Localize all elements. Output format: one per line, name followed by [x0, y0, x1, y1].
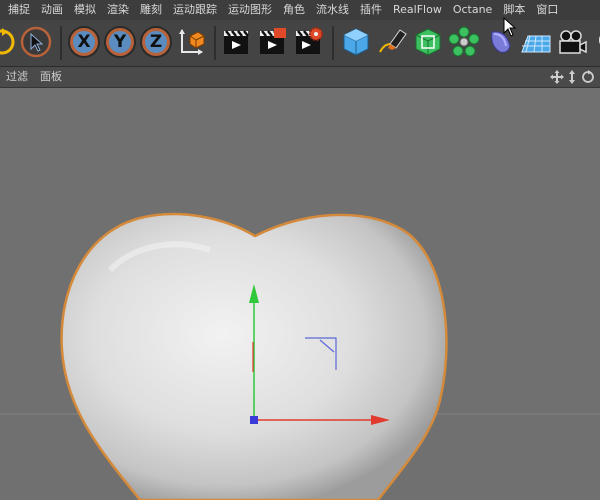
toolbar-separator	[332, 26, 334, 60]
cloner-icon	[448, 26, 480, 57]
menu-item[interactable]: 雕刻	[140, 0, 162, 20]
render-view-button[interactable]	[220, 26, 252, 58]
viewport-menu-bar: 过滤 面板	[0, 67, 600, 88]
light-object-button[interactable]	[592, 26, 600, 58]
zoom-view-icon[interactable]	[569, 70, 575, 84]
subdivision-cube-icon	[415, 28, 441, 56]
menu-item[interactable]: 渲染	[107, 0, 129, 20]
render-settings-button[interactable]	[292, 26, 324, 58]
3d-viewport[interactable]	[0, 88, 600, 500]
menu-item[interactable]: 流水线	[316, 0, 349, 20]
cursor-arrow-icon	[20, 26, 52, 58]
pen-spline-button[interactable]	[376, 26, 408, 58]
x-axis-label: X	[70, 28, 98, 56]
cube-icon	[343, 28, 369, 56]
z-axis-lock-button[interactable]: Z	[140, 26, 172, 58]
z-axis-handle[interactable]	[250, 416, 258, 424]
menu-item[interactable]: 动画	[41, 0, 63, 20]
light-bulb-icon	[599, 35, 600, 45]
camera-icon	[559, 30, 587, 54]
clapperboard-icon	[224, 30, 249, 54]
viewport-nav-icons	[550, 70, 594, 84]
pen-icon	[379, 29, 407, 53]
toolbar-separator	[214, 26, 216, 60]
x-axis-lock-button[interactable]: X	[68, 26, 100, 58]
select-tool-button[interactable]	[20, 26, 52, 58]
viewport-filter-menu[interactable]: 过滤	[6, 67, 28, 87]
menu-item[interactable]: RealFlow	[393, 0, 442, 20]
coordinate-system-icon	[179, 29, 205, 55]
y-axis-lock-button[interactable]: Y	[104, 26, 136, 58]
subdivision-surface-button[interactable]	[412, 26, 444, 58]
cloner-button[interactable]	[448, 26, 480, 58]
move-view-icon[interactable]	[550, 70, 564, 84]
floor-object-button[interactable]	[520, 26, 552, 58]
viewport-navigation	[550, 67, 596, 87]
clapperboard-gear-icon	[296, 27, 323, 54]
z-axis-label: Z	[142, 28, 170, 56]
menu-item[interactable]: 模拟	[74, 0, 96, 20]
mouse-pointer-icon	[503, 17, 517, 37]
menu-item[interactable]: 运动跟踪	[173, 0, 217, 20]
menu-item[interactable]: 插件	[360, 0, 382, 20]
render-to-picture-viewer-button[interactable]	[256, 26, 288, 58]
cube-object-button[interactable]	[340, 26, 372, 58]
y-axis-label: Y	[106, 28, 134, 56]
menu-item[interactable]: 窗口	[536, 0, 558, 20]
coordinate-system-button[interactable]	[176, 26, 208, 58]
viewport-canvas[interactable]	[0, 88, 600, 500]
menu-item[interactable]: 角色	[283, 0, 305, 20]
clapperboard-picture-icon	[260, 28, 286, 54]
toolbar-separator	[60, 26, 62, 60]
rotate-view-icon[interactable]	[582, 70, 594, 83]
viewport-panel-menu[interactable]: 面板	[40, 67, 62, 87]
menu-item[interactable]: 捕捉	[8, 0, 30, 20]
camera-object-button[interactable]	[556, 26, 588, 58]
floor-grid-icon	[521, 35, 551, 53]
menu-item[interactable]: 运动图形	[228, 0, 272, 20]
undo-button[interactable]	[0, 26, 18, 58]
undo-icon	[0, 28, 15, 55]
menu-item[interactable]: Octane	[453, 0, 493, 20]
